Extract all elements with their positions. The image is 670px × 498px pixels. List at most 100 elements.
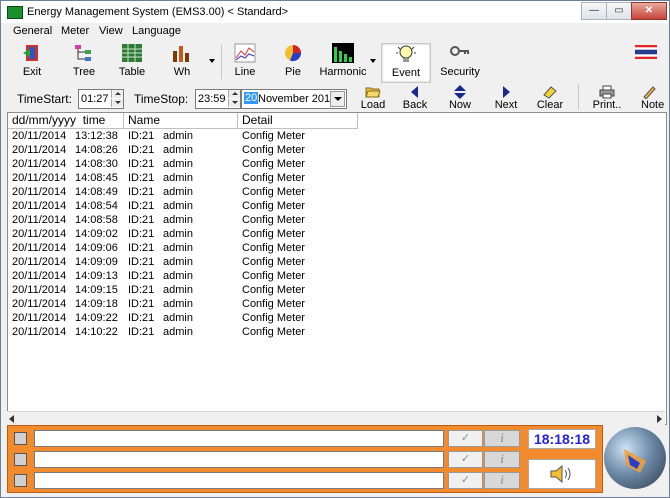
line-chart-icon bbox=[234, 43, 256, 63]
exit-button[interactable]: Exit bbox=[11, 43, 53, 81]
cell-date: 20/11/2014 bbox=[12, 298, 67, 310]
cell-detail: Config Meter bbox=[242, 312, 305, 324]
pie-chart-icon bbox=[285, 45, 302, 62]
harmonic-dropdown-arrow[interactable] bbox=[370, 59, 376, 63]
alarm-checkbox[interactable] bbox=[14, 432, 27, 445]
table-row[interactable]: 20/11/2014 14:09:15 ID:21 admin Config Meter bbox=[8, 284, 666, 298]
tree-button[interactable]: Tree bbox=[63, 43, 105, 81]
scroll-left-icon[interactable] bbox=[9, 415, 14, 423]
lightbulb-icon bbox=[396, 45, 416, 62]
cell-id: ID:21 bbox=[128, 214, 155, 226]
cell-time: 13:12:38 bbox=[75, 130, 118, 142]
toolbar-separator bbox=[578, 84, 579, 110]
cell-date: 20/11/2014 bbox=[12, 256, 67, 268]
time-stop-spinner[interactable]: 23:59 bbox=[195, 89, 241, 109]
note-button[interactable]: Note bbox=[633, 85, 669, 111]
date-picker[interactable]: 20 November 2014 bbox=[241, 89, 347, 109]
acknowledge-button[interactable]: ✓ bbox=[448, 430, 483, 447]
cell-date: 20/11/2014 bbox=[12, 270, 67, 282]
load-button[interactable]: Load bbox=[353, 85, 393, 111]
scroll-right-icon[interactable] bbox=[657, 415, 662, 423]
cell-user: admin bbox=[163, 284, 193, 296]
print-button[interactable]: Print.. bbox=[587, 85, 627, 111]
close-button[interactable]: ✕ bbox=[631, 2, 667, 20]
table-button[interactable]: Table bbox=[111, 43, 153, 81]
table-row[interactable]: 20/11/2014 14:08:45 ID:21 admin Config Meter bbox=[8, 172, 666, 186]
horizontal-scrollbar[interactable] bbox=[7, 411, 665, 425]
menu-meter[interactable]: Meter bbox=[61, 25, 89, 37]
title-bar: Energy Management System (EMS3.00) < Sta… bbox=[1, 1, 669, 23]
toolbar-separator bbox=[221, 45, 222, 79]
table-row[interactable]: 20/11/2014 14:09:22 ID:21 admin Config Meter bbox=[8, 312, 666, 326]
clear-button[interactable]: Clear bbox=[530, 85, 570, 111]
line-button[interactable]: Line bbox=[225, 43, 265, 81]
back-button[interactable]: Back bbox=[395, 85, 435, 111]
harmonic-button[interactable]: Harmonic bbox=[319, 43, 367, 81]
spin-up-icon[interactable] bbox=[111, 90, 123, 98]
acknowledge-button[interactable]: ✓ bbox=[448, 472, 483, 489]
cell-user: admin bbox=[163, 144, 193, 156]
spin-down-icon[interactable] bbox=[228, 99, 240, 107]
info-button[interactable]: i bbox=[484, 451, 520, 468]
cell-id: ID:21 bbox=[128, 270, 155, 282]
cell-user: admin bbox=[163, 256, 193, 268]
event-button[interactable]: Event bbox=[381, 43, 431, 83]
cell-date: 20/11/2014 bbox=[12, 158, 67, 170]
table-row[interactable]: 20/11/2014 14:10:22 ID:21 admin Config Meter bbox=[8, 326, 666, 340]
spin-down-icon[interactable] bbox=[111, 99, 123, 107]
col-header-name[interactable]: Name bbox=[124, 113, 238, 129]
info-button[interactable]: i bbox=[484, 430, 520, 447]
table-row[interactable]: 20/11/2014 14:09:09 ID:21 admin Config Meter bbox=[8, 256, 666, 270]
cell-id: ID:21 bbox=[128, 228, 155, 240]
thai-flag-icon[interactable] bbox=[635, 45, 657, 59]
eraser-icon bbox=[543, 86, 557, 99]
cell-id: ID:21 bbox=[128, 130, 155, 142]
cell-time: 14:09:09 bbox=[75, 256, 118, 268]
table-row[interactable]: 20/11/2014 14:08:30 ID:21 admin Config Meter bbox=[8, 158, 666, 172]
cell-date: 20/11/2014 bbox=[12, 144, 67, 156]
table-row[interactable]: 20/11/2014 14:08:54 ID:21 admin Config Meter bbox=[8, 200, 666, 214]
wh-dropdown-arrow[interactable] bbox=[209, 59, 215, 63]
status-row: ✓ i bbox=[8, 450, 602, 468]
table-row[interactable]: 20/11/2014 14:09:13 ID:21 admin Config Meter bbox=[8, 270, 666, 284]
cell-date: 20/11/2014 bbox=[12, 228, 67, 240]
cell-id: ID:21 bbox=[128, 242, 155, 254]
table-row[interactable]: 20/11/2014 14:08:49 ID:21 admin Config Meter bbox=[8, 186, 666, 200]
table-row[interactable]: 20/11/2014 14:08:26 ID:21 admin Config Meter bbox=[8, 144, 666, 158]
sound-button[interactable] bbox=[528, 459, 596, 489]
cell-user: admin bbox=[163, 242, 193, 254]
table-row[interactable]: 20/11/2014 13:12:38 ID:21 admin Config Meter bbox=[8, 130, 666, 144]
spin-up-icon[interactable] bbox=[228, 90, 240, 98]
cell-id: ID:21 bbox=[128, 200, 155, 212]
cell-user: admin bbox=[163, 312, 193, 324]
now-button[interactable]: Now bbox=[440, 85, 480, 111]
info-button[interactable]: i bbox=[484, 472, 520, 489]
bar-chart-icon bbox=[173, 46, 189, 62]
event-list[interactable]: dd/mm/yyyy time Name Detail 20/11/2014 13… bbox=[7, 112, 667, 425]
alarm-checkbox[interactable] bbox=[14, 474, 27, 487]
alarm-checkbox[interactable] bbox=[14, 453, 27, 466]
minimize-button[interactable]: — bbox=[581, 2, 607, 20]
pie-button[interactable]: Pie bbox=[273, 43, 313, 81]
table-row[interactable]: 20/11/2014 14:09:06 ID:21 admin Config Meter bbox=[8, 242, 666, 256]
status-row: ✓ i bbox=[8, 471, 602, 489]
col-header-detail[interactable]: Detail bbox=[238, 113, 358, 129]
chevron-down-icon[interactable] bbox=[330, 91, 345, 107]
table-row[interactable]: 20/11/2014 14:09:18 ID:21 admin Config Meter bbox=[8, 298, 666, 312]
col-header-date-time[interactable]: dd/mm/yyyy time bbox=[8, 113, 124, 129]
security-button[interactable]: Security bbox=[439, 43, 481, 81]
maximize-button[interactable]: ▭ bbox=[606, 2, 632, 20]
menu-view[interactable]: View bbox=[99, 25, 123, 37]
cell-detail: Config Meter bbox=[242, 256, 305, 268]
clock-display: 18:18:18 bbox=[528, 429, 596, 449]
wh-button[interactable]: Wh bbox=[161, 43, 203, 81]
next-button[interactable]: Next bbox=[486, 85, 526, 111]
acknowledge-button[interactable]: ✓ bbox=[448, 451, 483, 468]
menu-general[interactable]: General bbox=[13, 25, 52, 37]
cell-date: 20/11/2014 bbox=[12, 186, 67, 198]
time-start-spinner[interactable]: 01:27 bbox=[78, 89, 124, 109]
table-row[interactable]: 20/11/2014 14:09:02 ID:21 admin Config Meter bbox=[8, 228, 666, 242]
cell-detail: Config Meter bbox=[242, 228, 305, 240]
menu-language[interactable]: Language bbox=[132, 25, 181, 37]
table-row[interactable]: 20/11/2014 14:08:58 ID:21 admin Config Meter bbox=[8, 214, 666, 228]
